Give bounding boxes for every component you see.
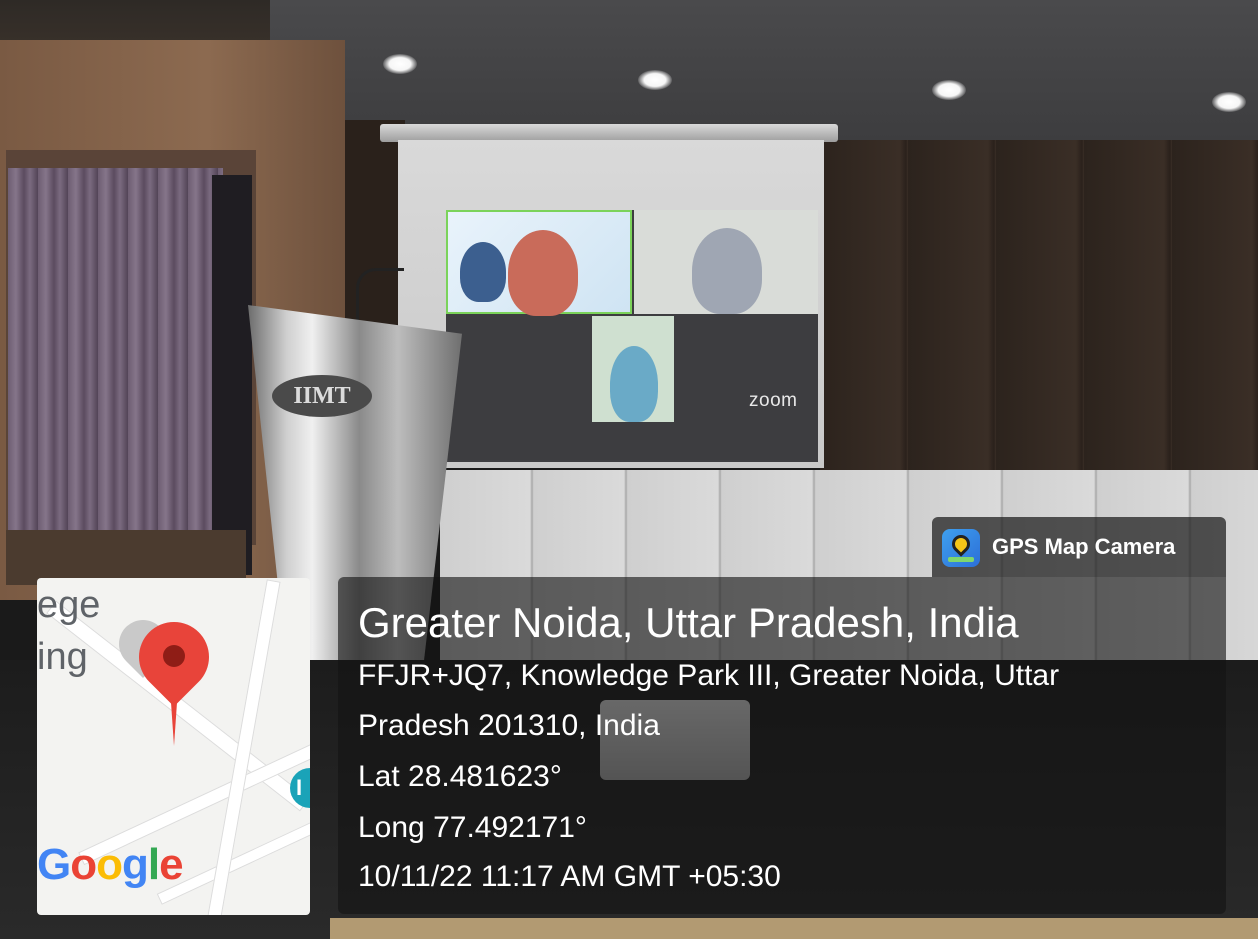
google-letter: e [159,840,184,889]
map-place-label: ege [37,584,101,626]
participant-figure [610,346,658,422]
address-line-2: Pradesh 201310, India [358,709,660,742]
gps-map-base [948,557,974,562]
map-pin-tail [170,688,178,746]
gps-pin-icon [948,531,974,557]
map-pin-dot [163,645,185,667]
google-letter: G [37,840,71,889]
longitude-readout: Long 77.492171° [358,811,587,844]
gps-map-camera-icon [942,529,980,567]
gps-badge-title: GPS Map Camera [992,534,1176,559]
ceiling-light [383,54,417,74]
google-letter: g [122,840,149,889]
wood-paneled-wall [820,140,1258,470]
table-edge [330,918,1258,939]
gps-map-camera-badge: GPS Map Camera [932,517,1226,577]
timestamp-readout: 10/11/22 11:17 AM GMT +05:30 [358,860,781,893]
window-sill [6,530,246,585]
google-letter: o [70,840,97,889]
ceiling-light [1212,92,1246,112]
map-thumbnail: ege ing I Google [37,578,310,915]
map-place-label: ing [37,636,88,678]
google-letter: l [147,840,160,889]
participant-figure [460,242,506,302]
projection-screen: zoom [398,140,824,468]
video-tile-participant [634,210,818,314]
city-line: Greater Noida, Uttar Pradesh, India [358,599,1019,646]
ceiling-light [932,80,966,100]
latitude-readout: Lat 28.481623° [358,760,562,793]
location-info-panel: Greater Noida, Uttar Pradesh, India FFJR… [338,577,1226,914]
google-letter: o [96,840,123,889]
google-logo: Google [37,840,184,890]
photo-scene: zoom IIMT ege ing I Google GPS Map Camer… [0,0,1258,939]
ceiling-light [638,70,672,90]
curtain-dark [212,175,252,575]
video-tile-participant [592,316,674,422]
participant-figure [508,230,578,316]
curtain [8,168,223,538]
participant-figure [692,228,762,314]
podium-logo: IIMT [272,375,372,417]
video-tile-speaker [446,210,632,316]
address-line-1: FFJR+JQ7, Knowledge Park III, Greater No… [358,659,1060,692]
video-call-grid: zoom [446,210,818,462]
zoom-watermark: zoom [749,390,798,411]
